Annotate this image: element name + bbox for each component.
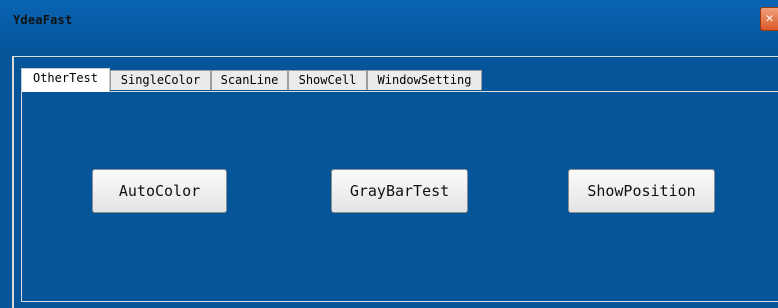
title-bar: YdeaFast ✕ — [0, 0, 778, 52]
graybartest-button[interactable]: GrayBarTest — [331, 169, 468, 213]
window-title: YdeaFast — [13, 13, 73, 27]
tab-singlecolor[interactable]: SingleColor — [110, 70, 211, 90]
tab-windowsetting[interactable]: WindowSetting — [367, 70, 482, 90]
close-button[interactable]: ✕ — [760, 7, 778, 31]
close-icon: ✕ — [765, 11, 774, 26]
tab-showcell[interactable]: ShowCell — [288, 70, 367, 90]
tab-othertest[interactable]: OtherTest — [21, 68, 110, 92]
autocolor-button[interactable]: AutoColor — [92, 169, 227, 213]
tab-scanline[interactable]: ScanLine — [211, 70, 288, 90]
showposition-button[interactable]: ShowPosition — [568, 169, 715, 213]
